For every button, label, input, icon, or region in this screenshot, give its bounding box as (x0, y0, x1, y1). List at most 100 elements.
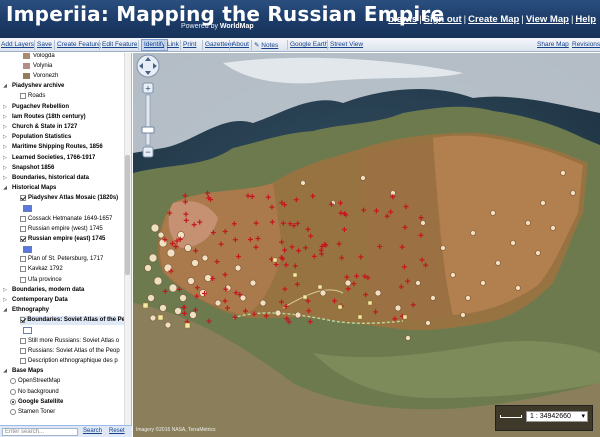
layer-item-russians-soviet-atlas-of-the-peop[interactable]: Russians: Soviet Atlas of the Peop (20, 346, 120, 355)
zoom-control[interactable]: + − (133, 53, 163, 163)
basemap-option-stamen-toner[interactable]: Stamen Toner (10, 407, 55, 416)
collapsed-arrow-icon[interactable]: ▷ (2, 165, 8, 171)
header-link-blewis[interactable]: blewis (388, 14, 417, 25)
legend-item-vologda: Vologda (23, 53, 55, 60)
expanded-arrow-icon[interactable]: ◢ (2, 83, 8, 89)
layer-group-pugachev-rebellion[interactable]: ▷ Pugachev Rebellion (2, 102, 69, 111)
layer-item-russian-empire-west-1745[interactable]: Russian empire (west) 1745 (20, 224, 103, 233)
layer-group-boundaries-historical-data[interactable]: ▷ Boundaries, historical data (2, 173, 89, 182)
scale-select[interactable]: 1 : 34942660 (526, 411, 588, 422)
legend-label: Voronezh (33, 72, 59, 79)
expanded-arrow-icon[interactable]: ◢ (2, 368, 8, 374)
toolbar-create-feature-button[interactable]: Create Feature (57, 41, 101, 48)
basemap-option-no-background[interactable]: No background (10, 387, 59, 396)
layer-item-description-ethnographique-des-p[interactable]: Description ethnographique des p (20, 356, 118, 365)
toolbar-revisions-button[interactable]: Revisions (572, 41, 600, 48)
collapsed-arrow-icon[interactable]: ▷ (2, 124, 8, 130)
scale-bar (500, 415, 522, 418)
toolbar-google-earth-button[interactable]: Google Earth (290, 41, 328, 48)
layer-group-maritime-shipping-routes-1856[interactable]: ▷ Maritime Shipping Routes, 1856 (2, 143, 103, 152)
basemap-option-google-satellite[interactable]: Google Satellite (10, 397, 63, 406)
map-view[interactable]: + − Imagery ©2016 NASA, TerraMetrics 1 :… (133, 53, 600, 437)
layer-item-cossack-hetmanate-1649-1657[interactable]: Cossack Hetmanate 1649-1657 (20, 214, 112, 223)
toolbar-print-button[interactable]: Print (183, 41, 196, 48)
layer-item-boundaries-soviet-atlas-of-the-pe[interactable]: Boundaries: Soviet Atlas of the Pe (20, 315, 125, 325)
layer-checkbox[interactable] (20, 225, 26, 232)
notes-label: Notes (261, 42, 279, 49)
layer-group-piadyshev-archive[interactable]: ◢ Piadyshev archive (2, 82, 64, 91)
layer-group-learned-societies-1766-1917[interactable]: ▷ Learned Societies, 1766-1917 (2, 153, 95, 162)
collapsed-arrow-icon[interactable]: ▷ (2, 134, 8, 140)
collapsed-arrow-icon[interactable]: ▷ (2, 155, 8, 161)
collapsed-arrow-icon[interactable]: ▷ (2, 175, 8, 181)
layer-group-ethnography[interactable]: ◢ Ethnography (2, 306, 49, 315)
layer-item-plan-of-st-petersburg-1717[interactable]: Plan of St. Petersburg, 1717 (20, 255, 103, 264)
collapsed-arrow-icon[interactable]: ▷ (2, 104, 8, 110)
basemap-option-openstreetmap[interactable]: OpenStreetMap (10, 377, 60, 386)
layer-checkbox[interactable] (20, 276, 26, 283)
layer-label: Description ethnographique des p (28, 357, 118, 364)
layer-group-base-maps[interactable]: ◢ Base Maps (2, 367, 43, 376)
layer-group-population-statistics[interactable]: ▷ Population Statistics (2, 133, 71, 142)
collapsed-arrow-icon[interactable]: ▷ (2, 144, 8, 150)
layer-group-label: Base Maps (12, 368, 44, 375)
layer-checkbox[interactable] (20, 235, 26, 242)
collapsed-arrow-icon[interactable]: ▷ (2, 297, 8, 303)
satellite-map[interactable] (133, 53, 600, 437)
basemap-radio[interactable] (10, 378, 16, 385)
header-link-view-map[interactable]: View Map (526, 14, 569, 25)
layer-group-snapshot-1856[interactable]: ▷ Snapshot 1856 (2, 163, 54, 172)
layer-checkbox[interactable] (20, 195, 26, 202)
basemap-radio[interactable] (10, 398, 16, 405)
layer-checkbox[interactable] (20, 215, 26, 222)
header-link-create-map[interactable]: Create Map (468, 14, 519, 25)
search-input[interactable]: Enter search... (2, 428, 78, 436)
link-separator: | (570, 14, 574, 25)
toolbar-save-button[interactable]: Save (37, 41, 52, 48)
layer-checkbox[interactable] (20, 93, 26, 100)
layer-group-church-state-in-1727[interactable]: ▷ Church & State in 1727 (2, 122, 77, 131)
layer-item-piadyshev-atlas-mosaic-1820s[interactable]: Piadyshev Atlas Mosaic (1820s) (20, 194, 118, 203)
layer-label: Russian empire (west) 1745 (28, 225, 103, 232)
layer-legend (23, 326, 32, 335)
layer-label: Plan of St. Petersburg, 1717 (28, 256, 104, 263)
layer-checkbox[interactable] (20, 347, 26, 354)
expanded-arrow-icon[interactable]: ◢ (2, 185, 8, 191)
toolbar-add-layers-button[interactable]: Add Layers (1, 41, 34, 48)
collapsed-arrow-icon[interactable]: ▷ (2, 114, 8, 120)
toolbar-about-button[interactable]: About (232, 41, 249, 48)
expanded-arrow-icon[interactable]: ◢ (2, 307, 8, 313)
basemap-label: Google Satellite (18, 398, 64, 405)
toolbar-share-map-button[interactable]: Share Map (537, 41, 569, 48)
toolbar-street-view-button[interactable]: Street View (330, 41, 363, 48)
layer-item-russian-empire-east-1745[interactable]: Russian empire (east) 1745 (20, 234, 105, 243)
layer-checkbox[interactable] (20, 357, 26, 364)
layer-checkbox[interactable] (20, 256, 26, 263)
layer-group-historical-maps[interactable]: ◢ Historical Maps (2, 184, 56, 193)
layer-item-kavkaz-1792[interactable]: Kavkaz 1792 (20, 265, 63, 274)
collapsed-arrow-icon[interactable]: ▷ (2, 287, 8, 293)
basemap-radio[interactable] (10, 408, 16, 415)
toolbar-edit-feature-button[interactable]: Edit Feature (102, 41, 137, 48)
layer-checkbox[interactable] (20, 337, 26, 344)
layer-item-roads[interactable]: Roads (20, 92, 45, 101)
map-toolbar: Add Layers Save Create Feature Edit Feature… (0, 38, 600, 52)
toolbar-separator (138, 40, 139, 50)
layer-item-still-more-russians-soviet-atlas-o[interactable]: Still more Russians: Soviet Atlas o (20, 336, 119, 345)
layer-group-iam-routes-18th-century[interactable]: ▷ Iam Routes (18th century) (2, 112, 86, 121)
header-link-help[interactable]: Help (575, 14, 596, 25)
layer-checkbox[interactable] (20, 266, 26, 273)
reset-button[interactable]: Reset (109, 428, 125, 434)
toolbar-notes-button[interactable]: ✎ Notes (254, 41, 278, 49)
search-button[interactable]: Search (83, 428, 102, 434)
layer-item-ufa-province[interactable]: Ufa province (20, 275, 62, 284)
worldmap-link[interactable]: WorldMap (220, 23, 254, 30)
scrollbar-thumb[interactable] (125, 155, 130, 275)
layer-group-contemporary-data[interactable]: ▷ Contemporary Data (2, 295, 68, 304)
header-link-sign-out[interactable]: Sign out (424, 14, 462, 25)
toolbar-link-button[interactable]: Link (167, 41, 179, 48)
basemap-radio[interactable] (10, 388, 16, 395)
layer-group-boundaries-modern-data[interactable]: ▷ Boundaries, modern data (2, 285, 84, 294)
toolbar-separator (180, 40, 181, 50)
layer-checkbox[interactable] (20, 317, 26, 324)
